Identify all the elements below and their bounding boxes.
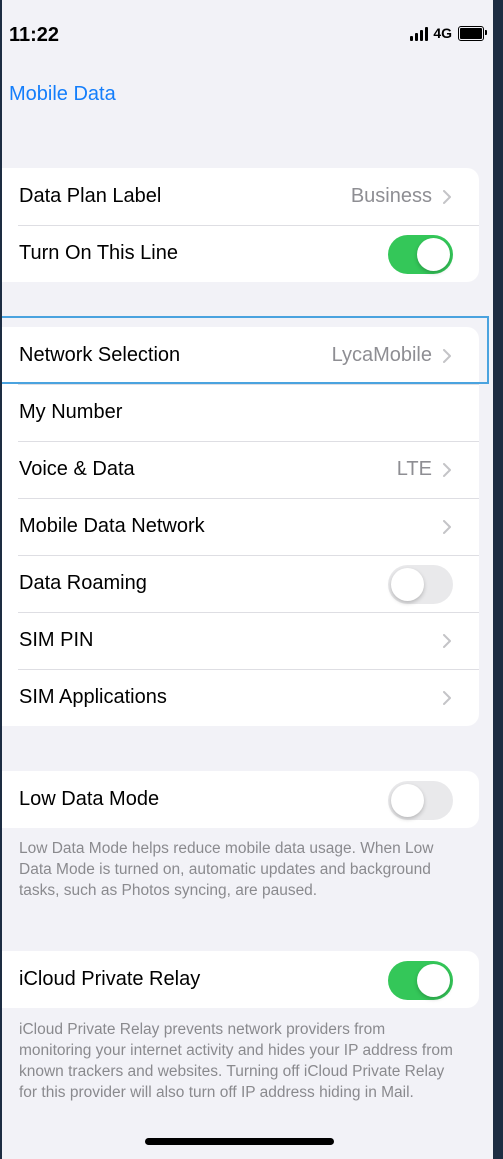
chevron-right-icon <box>443 463 451 477</box>
chevron-right-icon <box>443 634 451 648</box>
data-roaming-label: Data Roaming <box>19 572 147 594</box>
data-roaming-row: Data Roaming <box>2 555 479 612</box>
data-plan-label-value: Business <box>350 185 432 207</box>
sim-applications-label: SIM Applications <box>19 686 167 708</box>
voice-and-data-value: LTE <box>396 458 432 480</box>
data-plan-label-row[interactable]: Data Plan Label Business <box>2 168 479 225</box>
low-data-mode-description: Low Data Mode helps reduce mobile data u… <box>19 840 434 899</box>
status-time: 11:22 <box>9 24 60 46</box>
my-number-row[interactable]: My Number <box>2 384 479 441</box>
low-data-mode-group: Low Data Mode <box>2 771 479 828</box>
icloud-private-relay-label: iCloud Private Relay <box>19 968 201 990</box>
data-roaming-toggle[interactable] <box>388 565 453 604</box>
chevron-right-icon <box>443 349 451 363</box>
network-type-label: 4G <box>433 25 452 41</box>
icloud-private-relay-toggle[interactable] <box>388 961 453 1000</box>
low-data-mode-row: Low Data Mode <box>2 771 479 828</box>
chevron-right-icon <box>443 691 451 705</box>
network-selection-value: LycaMobile <box>331 344 432 366</box>
back-button-mobile-data[interactable]: Mobile Data <box>9 83 116 106</box>
voice-and-data-row[interactable]: Voice & Data LTE <box>2 441 479 498</box>
sim-pin-row[interactable]: SIM PIN <box>2 612 479 669</box>
network-settings-group: Network Selection LycaMobile My Number V… <box>2 327 479 726</box>
battery-icon <box>458 25 487 41</box>
my-number-label: My Number <box>19 401 123 423</box>
low-data-mode-toggle[interactable] <box>388 781 453 820</box>
low-data-mode-label: Low Data Mode <box>19 788 160 810</box>
turn-on-this-line-label: Turn On This Line <box>19 242 178 264</box>
chevron-right-icon <box>443 190 451 204</box>
mobile-data-network-row[interactable]: Mobile Data Network <box>2 498 479 555</box>
network-selection-row[interactable]: Network Selection LycaMobile <box>2 327 479 384</box>
status-indicators: 4G <box>410 25 487 41</box>
sim-applications-row[interactable]: SIM Applications <box>2 669 479 726</box>
private-relay-group: iCloud Private Relay <box>2 951 479 1008</box>
line-settings-group: Data Plan Label Business Turn On This Li… <box>2 168 479 282</box>
sim-pin-label: SIM PIN <box>19 629 94 651</box>
home-indicator[interactable] <box>145 1138 334 1145</box>
signal-icon <box>410 26 429 41</box>
settings-screen: 11:22 4G Mobile Data Data Plan Label Bus… <box>2 0 493 1159</box>
status-bar: 11:22 4G <box>2 0 493 70</box>
network-selection-label: Network Selection <box>19 344 181 366</box>
icloud-private-relay-description: iCloud Private Relay prevents network pr… <box>19 1021 453 1101</box>
chevron-right-icon <box>443 520 451 534</box>
turn-on-this-line-row: Turn On This Line <box>2 225 479 282</box>
data-plan-label-label: Data Plan Label <box>19 185 162 207</box>
icloud-private-relay-row: iCloud Private Relay <box>2 951 479 1008</box>
turn-on-this-line-toggle[interactable] <box>388 235 453 274</box>
voice-and-data-label: Voice & Data <box>19 458 135 480</box>
mobile-data-network-label: Mobile Data Network <box>19 515 205 537</box>
